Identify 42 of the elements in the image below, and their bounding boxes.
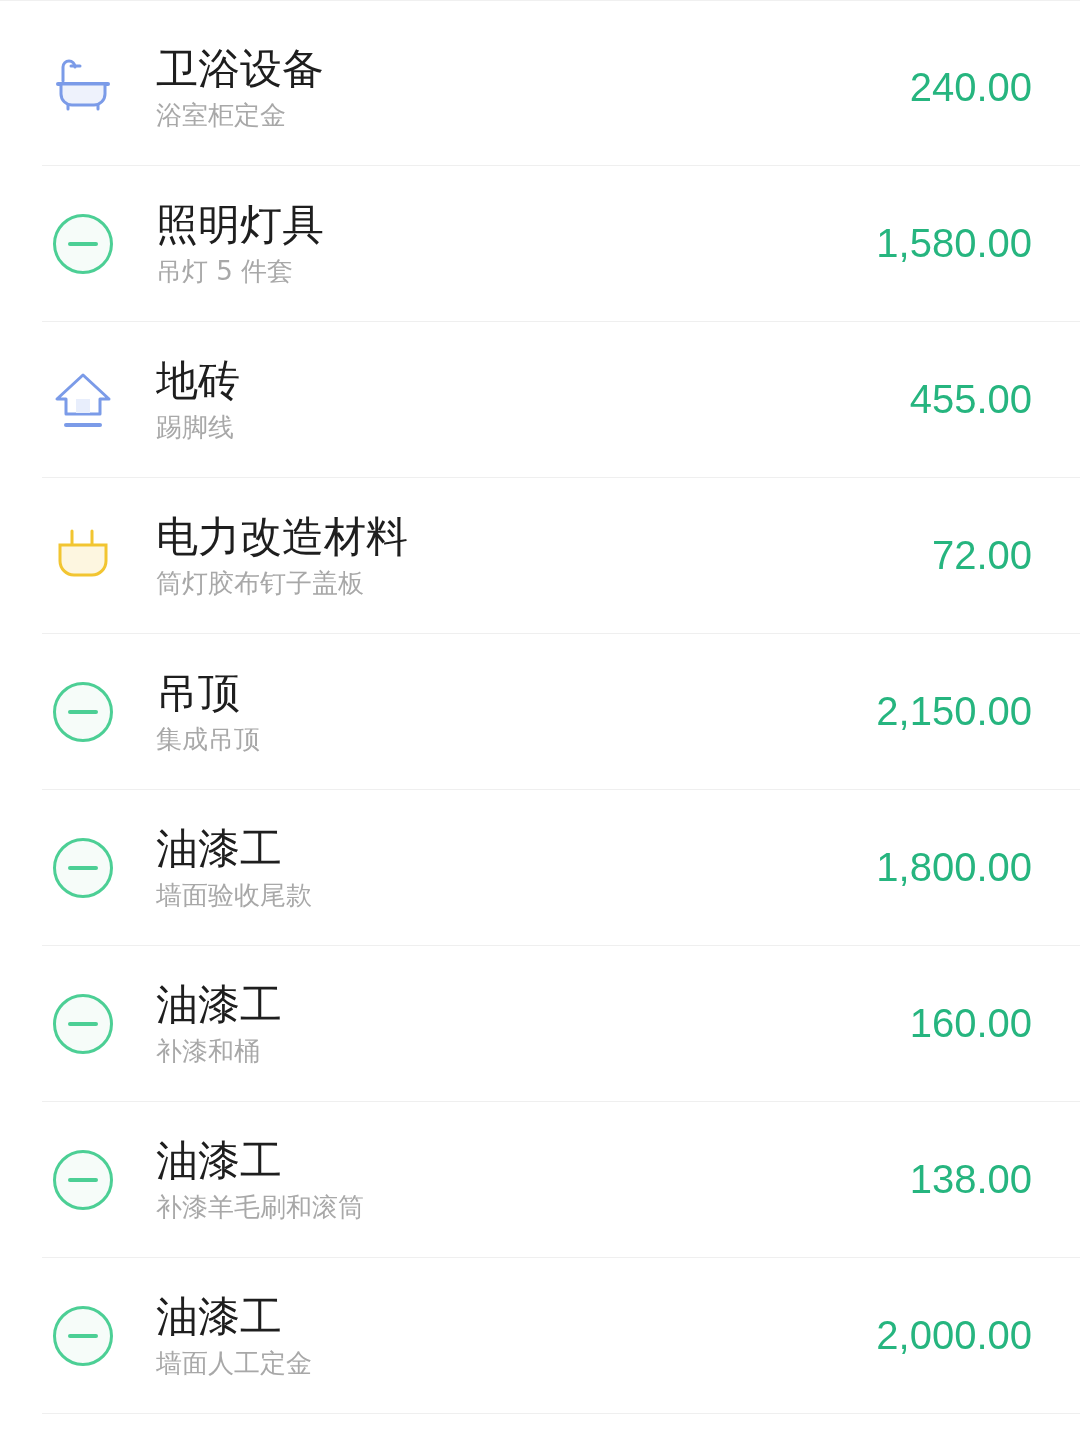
expense-amount: 2,150.00 [876,689,1032,734]
expense-amount: 455.00 [909,377,1032,422]
minus-icon [52,212,114,275]
expense-note: 浴室柜定金 [156,100,287,132]
category-name: 吊顶 [156,667,241,719]
expense-amount: 1,800.00 [876,845,1032,890]
expense-amount: 1,580.00 [876,221,1032,266]
expense-row[interactable]: 地砖 踢脚线 455.00 [42,322,1080,478]
expense-note: 补漆羊毛刷和滚筒 [156,1192,365,1224]
expense-note: 墙面验收尾款 [156,880,313,912]
category-name: 电力改造材料 [156,511,409,563]
expense-note: 补漆和桶 [156,1036,261,1068]
expense-row[interactable]: 照明灯具 吊灯 5 件套 1,580.00 [42,166,1080,322]
minus-icon [52,836,114,899]
expense-row[interactable]: 油漆工 墙面人工定金 2,000.00 [42,1258,1080,1414]
expense-note: 集成吊顶 [156,724,261,756]
expense-amount: 2,000.00 [876,1313,1032,1358]
minus-icon [52,1304,114,1367]
expense-note: 墙面人工定金 [156,1348,313,1380]
expense-row[interactable]: 吊顶 集成吊顶 2,150.00 [42,634,1080,790]
expense-amount: 240.00 [909,65,1032,110]
expense-row[interactable]: 油漆工 补漆羊毛刷和滚筒 138.00 [42,1102,1080,1258]
expense-row[interactable]: 卫浴设备 浴室柜定金 240.00 [42,10,1080,166]
expense-note: 筒灯胶布钉子盖板 [156,568,365,600]
category-name: 油漆工 [156,979,283,1031]
expense-note: 踢脚线 [156,412,235,444]
minus-icon [52,992,114,1055]
category-name: 油漆工 [156,1291,283,1343]
expense-amount: 138.00 [909,1157,1032,1202]
minus-icon [52,680,114,743]
expense-row[interactable]: 油漆工 墙面验收尾款 1,800.00 [42,790,1080,946]
category-name: 油漆工 [156,1135,283,1187]
category-name: 照明灯具 [156,199,325,251]
expense-amount: 160.00 [909,1001,1032,1046]
minus-icon [52,1148,114,1211]
category-name: 油漆工 [156,823,283,875]
category-name: 地砖 [156,355,241,407]
expense-amount: 72.00 [931,533,1032,578]
expense-note: 吊灯 5 件套 [156,256,295,288]
category-name: 卫浴设备 [156,43,325,95]
expense-row[interactable]: 电力改造材料 筒灯胶布钉子盖板 72.00 [42,478,1080,634]
expense-row[interactable]: 油漆工 补漆和桶 160.00 [42,946,1080,1102]
